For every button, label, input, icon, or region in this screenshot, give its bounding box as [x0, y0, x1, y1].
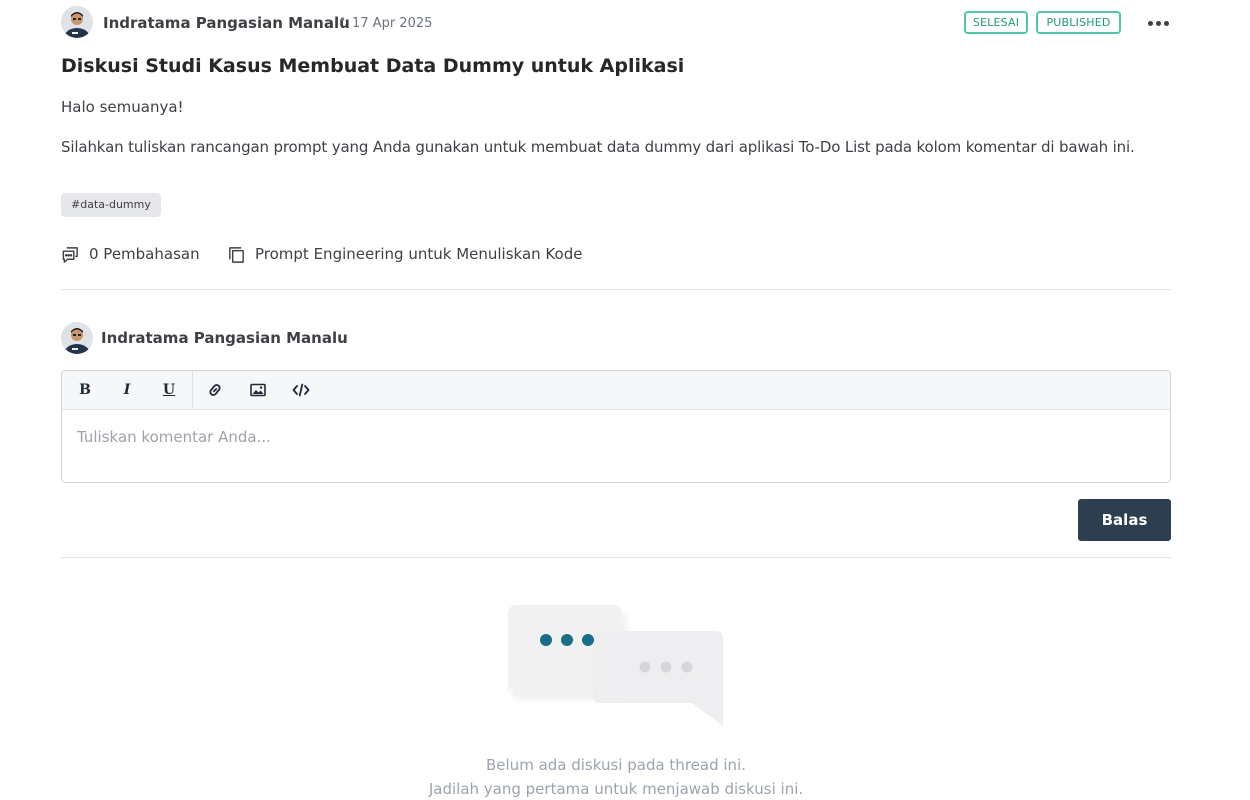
- code-icon[interactable]: [288, 378, 314, 402]
- link-icon[interactable]: [202, 378, 228, 402]
- post-date: 17 Apr 2025: [352, 16, 433, 31]
- empty-state-line: Belum ada diskusi pada thread ini.: [486, 756, 746, 774]
- toolbar-separator: [192, 371, 193, 409]
- author-avatar[interactable]: [61, 6, 93, 38]
- discussion-count: 0 Pembahasan: [61, 243, 200, 265]
- comment-input[interactable]: [62, 410, 1170, 482]
- commenter-avatar: [61, 322, 93, 354]
- divider: [61, 557, 1171, 558]
- status-badge: SELESAI: [964, 11, 1028, 34]
- meta-separator: •: [339, 13, 347, 27]
- chat-bubbles-icon: [62, 246, 78, 263]
- divider: [61, 289, 1171, 290]
- course-label[interactable]: Prompt Engineering untuk Menuliskan Kode: [255, 245, 582, 263]
- published-badge: PUBLISHED: [1036, 11, 1121, 34]
- post-header: Indratama Pangasian Manalu • 17 Apr 2025…: [61, 6, 1171, 40]
- post-title: Diskusi Studi Kasus Membuat Data Dummy u…: [61, 55, 685, 77]
- empty-discussion-illustration: [501, 598, 731, 737]
- copy-pages-icon: [229, 246, 244, 263]
- author-name[interactable]: Indratama Pangasian Manalu: [103, 14, 350, 32]
- editor-toolbar: B I U: [62, 371, 1170, 410]
- reply-button[interactable]: Balas: [1078, 499, 1171, 541]
- bold-button[interactable]: B: [72, 378, 98, 402]
- commenter-name: Indratama Pangasian Manalu: [101, 329, 348, 347]
- post-tag[interactable]: #data-dummy: [61, 193, 161, 217]
- italic-button[interactable]: I: [114, 378, 140, 402]
- image-icon[interactable]: [245, 378, 271, 402]
- empty-state-line: Jadilah yang pertama untuk menjawab disk…: [428, 780, 804, 798]
- post-paragraph: Silahkan tuliskan rancangan prompt yang …: [61, 138, 1135, 156]
- course-link[interactable]: Prompt Engineering untuk Menuliskan Kode: [227, 243, 582, 265]
- discussion-count-label: 0 Pembahasan: [89, 245, 200, 263]
- comment-editor: B I U: [61, 370, 1171, 483]
- more-options-icon[interactable]: [1145, 11, 1171, 35]
- post-paragraph: Halo semuanya!: [61, 98, 184, 116]
- underline-button[interactable]: U: [156, 378, 182, 402]
